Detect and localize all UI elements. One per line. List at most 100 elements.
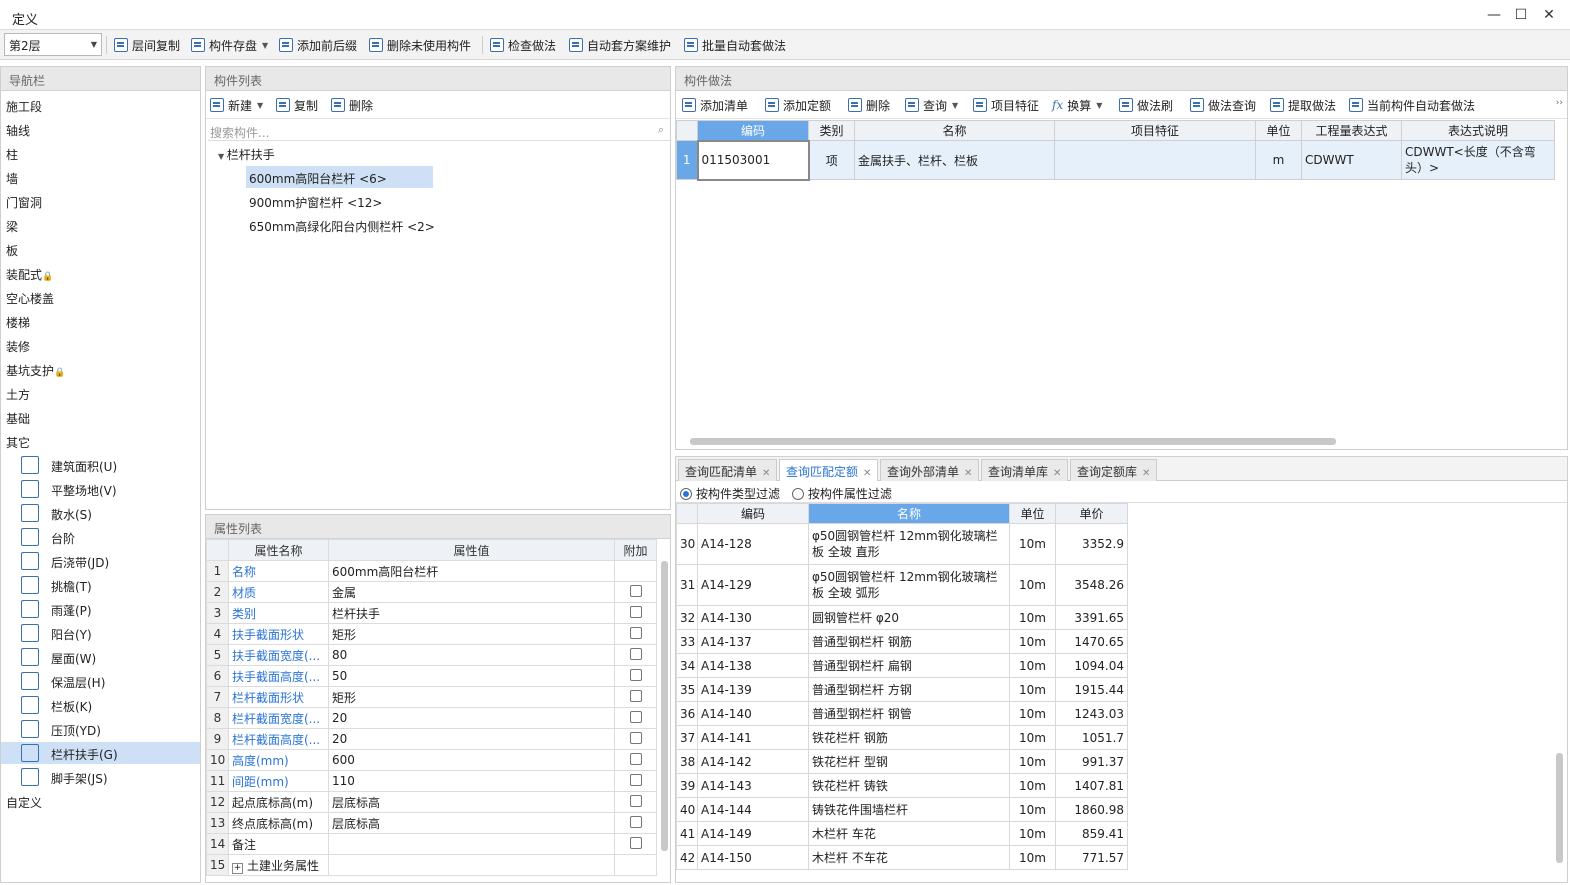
table-row[interactable]: 10 高度(mm) 600 xyxy=(206,749,657,771)
prop-value[interactable]: 80 xyxy=(328,644,615,666)
table-row[interactable]: 39 A14-143 铁花栏杆 铸铁 10m 1407.81 xyxy=(676,773,1128,798)
unit-cell[interactable]: m xyxy=(1255,140,1302,180)
prop-value[interactable]: 110 xyxy=(328,770,615,792)
expr-cell[interactable]: CDWWT xyxy=(1301,140,1402,180)
add-prefix-button[interactable]: 添加前后缀 xyxy=(279,35,357,55)
nav-sub-item[interactable]: 后浇带(JD) xyxy=(1,550,200,572)
overflow-icon[interactable]: ›› xyxy=(1556,98,1563,108)
batch-auto-button[interactable]: 批量自动套做法 xyxy=(684,35,786,55)
checkbox[interactable] xyxy=(629,836,642,849)
nav-item[interactable]: 梁 xyxy=(6,218,18,235)
scrollbar[interactable] xyxy=(690,438,1336,445)
table-row[interactable]: 38 A14-142 铁花栏杆 型钢 10m 991.37 xyxy=(676,749,1128,774)
prop-value[interactable]: 20 xyxy=(328,707,615,729)
save-component-button[interactable]: 构件存盘 ▼ xyxy=(191,35,268,55)
nav-item[interactable]: 其它 xyxy=(6,434,30,451)
nav-item[interactable]: 楼梯 xyxy=(6,314,30,331)
method-query-button[interactable]: 做法查询 xyxy=(1190,95,1256,115)
prop-value[interactable]: 层底标高 xyxy=(328,791,615,813)
table-row[interactable]: 41 A14-149 木栏杆 车花 10m 859.41 xyxy=(676,821,1128,846)
table-row[interactable]: 42 A14-150 木栏杆 不车花 10m 771.57 xyxy=(676,845,1128,870)
name-cell[interactable]: 金属扶手、栏杆、栏板 xyxy=(854,140,1055,180)
table-row[interactable]: 37 A14-141 铁花栏杆 钢筋 10m 1051.7 xyxy=(676,725,1128,750)
nav-sub-item[interactable]: 阳台(Y) xyxy=(1,622,200,644)
prop-value[interactable]: 600 xyxy=(328,749,615,771)
close-button[interactable]: ✕ xyxy=(1540,6,1558,24)
nav-item[interactable]: 轴线 xyxy=(6,122,30,139)
scrollbar[interactable] xyxy=(1556,753,1563,863)
close-icon[interactable]: ✕ xyxy=(1053,468,1061,479)
nav-sub-item[interactable]: 脚手架(JS) xyxy=(1,766,200,788)
nav-item[interactable]: 空心楼盖 xyxy=(6,290,54,307)
auto-scheme-button[interactable]: 自动套方案维护 xyxy=(569,35,671,55)
scrollbar[interactable] xyxy=(661,561,668,851)
table-row[interactable]: 35 A14-139 普通型钢栏杆 方钢 10m 1915.44 xyxy=(676,677,1128,702)
nav-item[interactable]: 装配式🔒 xyxy=(6,266,53,283)
nav-sub-item[interactable]: 台阶 xyxy=(1,526,200,548)
code-cell[interactable]: 011503001 xyxy=(696,139,810,181)
maximize-button[interactable]: ☐ xyxy=(1512,6,1530,24)
nav-sub-item[interactable]: 平整场地(V) xyxy=(1,478,200,500)
table-row[interactable]: 7 栏杆截面形状 矩形 xyxy=(206,686,657,708)
table-row[interactable]: 32 A14-130 圆钢管栏杆 φ20 10m 3391.65 xyxy=(676,605,1128,630)
table-row[interactable]: 34 A14-138 普通型钢栏杆 扁钢 10m 1094.04 xyxy=(676,653,1128,678)
table-row[interactable]: 12 起点底标高(m) 层底标高 xyxy=(206,791,657,813)
filter-prop-radio[interactable]: 按构件属性过滤 xyxy=(791,487,892,501)
filter-type-radio[interactable]: 按构件类型过滤 xyxy=(680,487,780,501)
nav-item[interactable]: 自定义 xyxy=(6,794,42,811)
nav-item[interactable]: 施工段 xyxy=(6,98,42,115)
floor-select[interactable]: 第2层 ▼ xyxy=(4,33,102,56)
close-icon[interactable]: ✕ xyxy=(762,468,770,479)
prop-value[interactable] xyxy=(328,833,615,855)
table-row[interactable]: 13 终点底标高(m) 层底标高 xyxy=(206,812,657,834)
checkbox[interactable] xyxy=(629,584,642,597)
auto-apply-button[interactable]: 当前构件自动套做法 xyxy=(1349,95,1475,115)
prop-value[interactable]: 栏杆扶手 xyxy=(328,602,615,624)
checkbox[interactable] xyxy=(629,773,642,786)
nav-item[interactable]: 基础 xyxy=(6,410,30,427)
table-row[interactable]: 30 A14-128 φ50圆钢管栏杆 12mm钢化玻璃栏板 全玻 直形 10m 335… xyxy=(676,523,1128,565)
add-list-button[interactable]: 添加清单 xyxy=(682,95,748,115)
tab-quota-library[interactable]: 查询定额库 ✕ xyxy=(1070,459,1158,481)
table-row[interactable]: 36 A14-140 普通型钢栏杆 钢管 10m 1243.03 xyxy=(676,701,1128,726)
method-delete-button[interactable]: 删除 xyxy=(848,95,890,115)
prop-value[interactable]: 矩形 xyxy=(328,623,615,645)
checkbox[interactable] xyxy=(629,668,642,681)
checkbox[interactable] xyxy=(629,647,642,660)
method-brush-button[interactable]: 做法刷 xyxy=(1119,95,1173,115)
checkbox[interactable] xyxy=(629,731,642,744)
checkbox[interactable] xyxy=(629,752,642,765)
table-row[interactable]: 9 栏杆截面高度(... 20 xyxy=(206,728,657,750)
checkbox[interactable] xyxy=(629,689,642,702)
nav-item[interactable]: 墙 xyxy=(6,170,18,187)
expand-icon[interactable]: + xyxy=(232,862,243,874)
query-button[interactable]: 查询 ▼ xyxy=(905,95,958,115)
convert-button[interactable]: fx 换算 ▼ xyxy=(1052,95,1102,115)
item-feature-button[interactable]: 项目特征 xyxy=(973,95,1039,115)
tree-group[interactable]: ▼ 栏杆扶手 xyxy=(218,146,275,163)
feature-cell[interactable] xyxy=(1054,140,1256,180)
table-row[interactable]: 40 A14-144 铸铁花件围墙栏杆 10m 1860.98 xyxy=(676,797,1128,822)
checkbox[interactable] xyxy=(629,794,642,807)
checkbox[interactable] xyxy=(629,815,642,828)
prop-value[interactable]: 矩形 xyxy=(328,686,615,708)
table-row[interactable]: 15 + 土建业务属性 xyxy=(206,854,657,876)
nav-sub-item[interactable]: 挑檐(T) xyxy=(1,574,200,596)
tab-list-library[interactable]: 查询清单库 ✕ xyxy=(981,459,1069,481)
tab-external-list[interactable]: 查询外部清单 ✕ xyxy=(880,459,980,481)
tab-match-quota[interactable]: 查询匹配定额 ✕ xyxy=(779,459,879,481)
table-row[interactable]: 4 扶手截面形状 矩形 xyxy=(206,623,657,645)
prop-value[interactable]: 50 xyxy=(328,665,615,687)
minimize-button[interactable]: — xyxy=(1485,6,1503,24)
table-row[interactable]: 14 备注 xyxy=(206,833,657,855)
tree-item-selected[interactable]: 600mm高阳台栏杆 <6> xyxy=(246,166,433,188)
nav-item[interactable]: 板 xyxy=(6,242,18,259)
add-quota-button[interactable]: 添加定额 xyxy=(765,95,831,115)
tree-item[interactable]: 650mm高绿化阳台内侧栏杆 <2> xyxy=(249,218,435,235)
prop-value[interactable]: 600mm高阳台栏杆 xyxy=(328,560,615,582)
check-method-button[interactable]: 检查做法 xyxy=(490,35,556,55)
new-button[interactable]: 新建 ▼ xyxy=(210,95,263,115)
nav-item[interactable]: 门窗洞 xyxy=(6,194,42,211)
nav-sub-item-selected[interactable]: 栏杆扶手(G) xyxy=(1,742,200,764)
tab-match-list[interactable]: 查询匹配清单 ✕ xyxy=(678,459,778,481)
